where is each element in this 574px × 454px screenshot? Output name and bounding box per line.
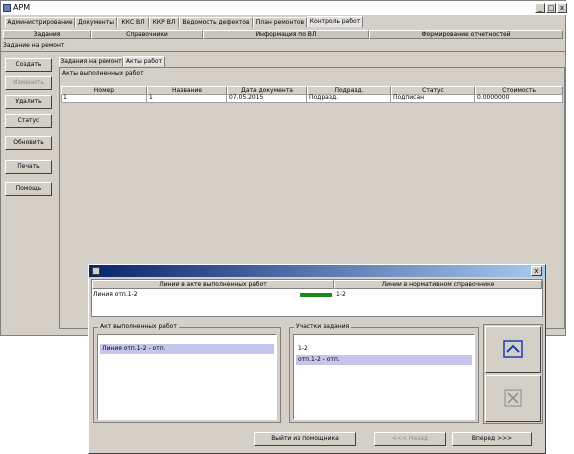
remove-button[interactable] (485, 375, 541, 422)
tab-documents[interactable]: Документы (75, 17, 117, 28)
help-button[interactable]: Помощь (5, 182, 52, 196)
minimize-button[interactable]: _ (535, 3, 545, 13)
table-cell: Подписан (391, 94, 475, 102)
table-cell: 1 (61, 94, 147, 102)
dialog-close-button[interactable]: x (531, 266, 542, 276)
sections-group-legend: Участки задания (294, 323, 352, 331)
tab-repair-plan[interactable]: План ремонтов (253, 17, 307, 28)
progress-bar (300, 293, 332, 297)
status-button[interactable]: Статус (5, 114, 52, 128)
tab-line-info[interactable]: Информация по ВЛ (203, 30, 369, 39)
tab-administration[interactable]: Администрирование (5, 17, 75, 28)
table-caption: Акты выполненных работ (62, 70, 144, 77)
table-cell: 07.05.2015 (227, 94, 307, 102)
act-group-legend: Акт выполненных работ (98, 323, 179, 331)
delete-button[interactable]: Удалить (5, 95, 52, 109)
act-group: Акт выполненных работ Линия отп.1-2 - от… (93, 323, 281, 423)
tab-repair-tasks[interactable]: Задания на ремонт (59, 57, 123, 67)
tab-references[interactable]: Справочники (91, 30, 203, 39)
next-button[interactable]: Вперед >>> (452, 432, 532, 446)
refresh-button[interactable]: Обновить (5, 136, 52, 150)
close-icon (504, 389, 522, 407)
exit-wizard-button[interactable]: Выйти из помощника (254, 432, 356, 446)
maximize-button[interactable]: □ (546, 3, 556, 13)
tab-defects[interactable]: Ведомость дефектов (179, 17, 253, 28)
table-cell: 1 (147, 94, 227, 102)
act-list[interactable]: Линия отп.1-2 - отп. (97, 334, 277, 420)
title-bar: АРМ _ □ x (1, 1, 567, 15)
chevron-up-icon (503, 340, 523, 358)
list-item[interactable]: отп.1-2 - отп. (296, 355, 472, 365)
close-button[interactable]: x (557, 3, 567, 13)
divider (1, 51, 565, 52)
tab-reports[interactable]: Формирование отчетностей (369, 30, 563, 39)
window-title: АРМ (13, 3, 31, 12)
tab-kkr-vl[interactable]: ККР ВЛ (149, 17, 179, 28)
tab-kks-vl[interactable]: ККС ВЛ (117, 17, 149, 28)
print-button[interactable]: Печать (5, 160, 52, 174)
dialog-title-bar: x (89, 265, 545, 277)
move-panel (483, 324, 543, 424)
list-item[interactable]: 1-2 (296, 344, 472, 354)
sections-list[interactable]: 1-2 отп.1-2 - отп. (293, 334, 475, 420)
section-title: Задание на ремонт (3, 42, 65, 49)
move-up-button[interactable] (485, 326, 541, 373)
line-left-label: Линия отп.1-2 (93, 291, 138, 298)
tab-work-acts[interactable]: Акты работ (123, 56, 165, 67)
tab-work-control[interactable]: Контроль работ (307, 16, 363, 28)
table-cell: Подразд. (307, 94, 391, 102)
create-button[interactable]: Создать (5, 58, 52, 72)
edit-button[interactable]: Изменить (5, 76, 52, 90)
table-cell: 0.0000000 (477, 94, 510, 101)
header-lines-in-act: Линии в акте выполненных работ (92, 280, 334, 289)
tab-tasks[interactable]: Задания (3, 30, 91, 39)
header-lines-in-reference: Линии в нормативном справочнике (334, 280, 542, 289)
back-button[interactable]: <<< Назад (374, 432, 446, 446)
sections-group: Участки задания 1-2 отп.1-2 - отп. (289, 323, 479, 423)
dialog-app-icon (92, 267, 100, 275)
app-icon (3, 4, 11, 12)
line-right-label: 1-2 (336, 291, 346, 298)
list-item[interactable]: Линия отп.1-2 - отп. (100, 344, 274, 354)
